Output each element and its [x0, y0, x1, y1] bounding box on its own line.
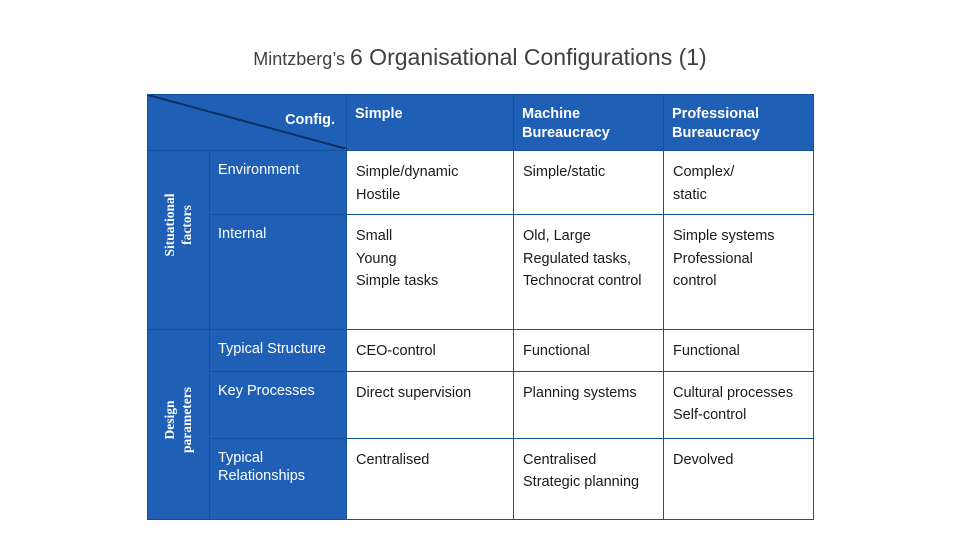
row-label-environment-text: Environment: [218, 162, 300, 179]
corner-label: Config.: [285, 112, 335, 128]
cell-structure-simple: CEO-control: [346, 329, 514, 372]
cell-environment-simple-text: Simple/dynamic Hostile: [347, 151, 513, 215]
page-title: Mintzberg’s 6 Organisational Configurati…: [0, 44, 960, 71]
row-label-typical-structure: Typical Structure: [209, 329, 347, 372]
table-row: Design parameters Typical Structure CEO-c…: [147, 329, 814, 520]
cell-internal-professional-text: Simple systems Professional control: [664, 215, 813, 301]
cell-relationships-professional-text: Devolved: [664, 438, 813, 479]
cell-structure-professional-text: Functional: [664, 330, 813, 371]
side-label-design-parameters-text: Design parameters: [161, 387, 194, 454]
page-title-lead: Mintzberg’s: [253, 49, 350, 69]
row-label-typical-relationships: Typical Relationships: [209, 437, 347, 520]
corner-diagonal-cell: Config.: [147, 93, 347, 152]
row-label-typical-structure-text: Typical Structure: [218, 341, 326, 358]
side-label-situational-factors: Situational factors: [147, 150, 210, 331]
table-row: Situational factors Environment Simple/dy…: [147, 150, 814, 331]
cell-internal-simple-text: Small Young Simple tasks: [347, 215, 513, 301]
table-header-row: Config. Simple Machine Bureaucracy Profe…: [147, 93, 814, 152]
column-header-simple-label: Simple: [355, 106, 403, 122]
row-label-typical-relationships-text: Typical Relationships: [218, 449, 306, 485]
configurations-table: Config. Simple Machine Bureaucracy Profe…: [147, 93, 814, 520]
cell-structure-simple-text: CEO-control: [347, 330, 513, 371]
cell-environment-professional-text: Complex/static: [664, 151, 813, 215]
page-title-main: 6 Organisational Configurations (1): [350, 44, 707, 70]
cell-relationships-machine-text: Centralised Strategic planning: [514, 438, 663, 502]
row-label-internal: Internal: [209, 214, 347, 331]
cell-processes-professional-text: Cultural processes Self-control: [664, 371, 813, 435]
side-label-situational-factors-text: Situational factors: [161, 193, 194, 257]
side-label-design-parameters: Design parameters: [147, 329, 210, 520]
column-header-simple: Simple: [346, 93, 514, 152]
cell-internal-simple: Small Young Simple tasks: [346, 214, 514, 331]
matrix-table: Config. Simple Machine Bureaucracy Profe…: [147, 93, 814, 520]
cell-environment-simple: Simple/dynamic Hostile: [346, 150, 514, 216]
cell-internal-machine: Old, Large Regulated tasks, Technocrat con…: [513, 214, 664, 331]
cell-structure-machine-text: Functional: [514, 330, 663, 371]
table-row: Typical Relationships Centralised Central…: [148, 437, 814, 520]
cell-internal-machine-text: Old, Large Regulated tasks, Technocrat con…: [514, 215, 663, 301]
cell-relationships-machine: Centralised Strategic planning: [513, 437, 664, 520]
column-header-machine-bureaucracy-label: Machine Bureaucracy: [522, 106, 610, 141]
cell-relationships-simple: Centralised: [346, 437, 514, 520]
column-header-machine-bureaucracy: Machine Bureaucracy: [513, 93, 664, 152]
cell-relationships-simple-text: Centralised: [347, 438, 513, 479]
row-label-key-processes-text: Key Processes: [218, 382, 315, 399]
cell-processes-machine: Planning systems: [513, 370, 664, 439]
cell-processes-simple: Direct supervision: [346, 370, 514, 439]
table-row: Internal Small Young Simple tasks Old, Lar…: [148, 214, 814, 331]
table-row: Key Processes Direct supervision Plannin…: [148, 370, 814, 439]
row-label-environment: Environment: [209, 150, 347, 216]
column-header-professional-bureaucracy-label: Professional Bureaucracy: [672, 106, 760, 141]
cell-environment-professional: Complex/static: [663, 150, 814, 216]
cell-environment-machine-text: Simple/static: [514, 151, 663, 192]
row-label-key-processes: Key Processes: [209, 370, 347, 439]
cell-processes-professional: Cultural processes Self-control: [663, 370, 814, 439]
column-header-professional-bureaucracy: Professional Bureaucracy: [663, 93, 814, 152]
cell-processes-simple-text: Direct supervision: [347, 371, 513, 412]
cell-structure-machine: Functional: [513, 329, 664, 372]
cell-structure-professional: Functional: [663, 329, 814, 372]
cell-internal-professional: Simple systems Professional control: [663, 214, 814, 331]
slide: Mintzberg’s 6 Organisational Configurati…: [0, 0, 960, 540]
cell-processes-machine-text: Planning systems: [514, 371, 663, 412]
cell-relationships-professional: Devolved: [663, 437, 814, 520]
cell-environment-machine: Simple/static: [513, 150, 664, 216]
row-label-internal-text: Internal: [218, 226, 267, 243]
